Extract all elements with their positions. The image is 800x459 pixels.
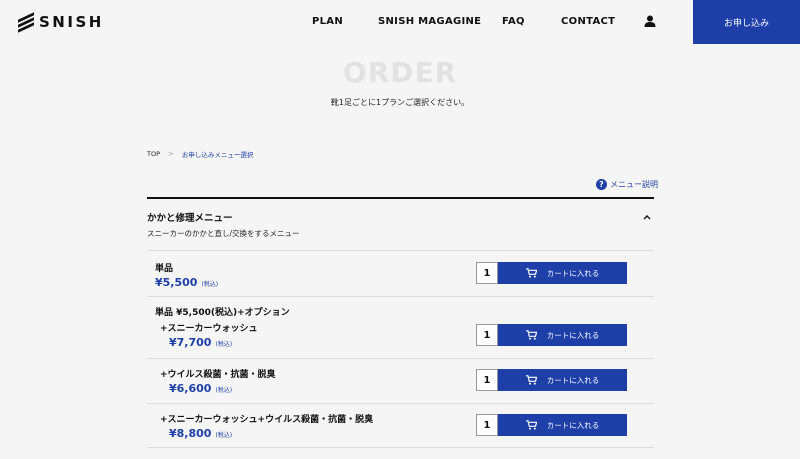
divider — [147, 447, 654, 448]
apply-button[interactable]: お申し込み — [693, 0, 800, 44]
quantity-field[interactable]: 1 — [476, 262, 498, 284]
price-tax-label: (税込) — [215, 341, 233, 348]
row-price: ¥8,800 (税込) — [169, 427, 232, 440]
chevron-up-icon[interactable] — [642, 213, 652, 221]
menu-row: +ウイルス殺菌・抗菌・脱臭 ¥6,600 (税込) 1 カートに入れる — [147, 358, 654, 403]
breadcrumb-top-link[interactable]: TOP — [147, 150, 160, 158]
site-header: SNISH PLAN SNISH MAGAGINE FAQ CONTACT お申… — [0, 0, 800, 44]
row-title: +スニーカーウォッシュ — [160, 324, 258, 334]
quantity-field[interactable]: 1 — [476, 324, 498, 346]
price-value: ¥5,500 — [155, 276, 198, 289]
section-top-rule — [147, 197, 654, 199]
add-to-cart-button[interactable]: カートに入れる — [498, 324, 627, 346]
cart-icon — [525, 420, 537, 430]
add-to-cart-button[interactable]: カートに入れる — [498, 369, 627, 391]
add-to-cart-button[interactable]: カートに入れる — [498, 262, 627, 284]
add-to-cart-label: カートに入れる — [546, 330, 600, 340]
add-to-cart-label: カートに入れる — [546, 420, 600, 430]
quantity-field[interactable]: 1 — [476, 414, 498, 436]
price-tax-label: (税込) — [215, 387, 233, 394]
user-icon[interactable] — [644, 15, 656, 27]
row-price: ¥5,500 (税込) — [155, 276, 218, 289]
breadcrumb-current: お申し込みメニュー選択 — [181, 151, 254, 159]
section-title: かかと修理メニュー — [147, 213, 233, 224]
row-price: ¥7,700 (税込) — [169, 336, 232, 349]
add-to-cart-label: カートに入れる — [546, 268, 600, 278]
price-value: ¥6,600 — [169, 382, 212, 395]
nav-contact[interactable]: CONTACT — [561, 16, 615, 27]
menu-row: +スニーカーウォッシュ+ウイルス殺菌・抗菌・脱臭 ¥8,800 (税込) 1 カ… — [147, 403, 654, 448]
price-tax-label: (税込) — [201, 281, 219, 288]
cart-icon — [525, 375, 537, 385]
price-value: ¥7,700 — [169, 336, 212, 349]
menu-row: 単品 ¥5,500 (税込) 1 カートに入れる — [147, 250, 654, 296]
divider — [147, 296, 654, 297]
section-description: スニーカーのかかと直し/交換をするメニュー — [147, 229, 300, 238]
quantity-field[interactable]: 1 — [476, 369, 498, 391]
row-title: +スニーカーウォッシュ+ウイルス殺菌・抗菌・脱臭 — [160, 415, 374, 425]
price-value: ¥8,800 — [169, 427, 212, 440]
breadcrumb: TOP > お申し込みメニュー選択 — [147, 149, 253, 159]
cart-icon — [525, 330, 537, 340]
add-to-cart-button[interactable]: カートに入れる — [498, 414, 627, 436]
help-icon: ? — [596, 179, 607, 190]
logo-mark-icon — [18, 12, 34, 33]
price-tax-label: (税込) — [215, 432, 233, 439]
row-title: +ウイルス殺菌・抗菌・脱臭 — [160, 370, 276, 380]
menu-row: +スニーカーウォッシュ ¥7,700 (税込) 1 カートに入れる — [147, 316, 654, 358]
nav-magazine[interactable]: SNISH MAGAGINE — [378, 16, 481, 27]
add-to-cart-label: カートに入れる — [546, 375, 600, 385]
nav-plan[interactable]: PLAN — [312, 16, 343, 27]
page-subtitle: 靴1足ごとに1プランご選択ください。 — [330, 98, 470, 107]
page-title: ORDER — [342, 56, 458, 89]
cart-icon — [525, 268, 537, 278]
menu-help-link[interactable]: ? メニュー説明 — [596, 179, 658, 190]
row-title: 単品 — [155, 264, 174, 274]
logo-text: SNISH — [39, 13, 104, 31]
logo[interactable]: SNISH — [18, 12, 104, 33]
breadcrumb-separator: > — [168, 150, 174, 158]
menu-help-label: メニュー説明 — [610, 180, 658, 189]
nav-faq[interactable]: FAQ — [502, 16, 525, 27]
row-price: ¥6,600 (税込) — [169, 382, 232, 395]
